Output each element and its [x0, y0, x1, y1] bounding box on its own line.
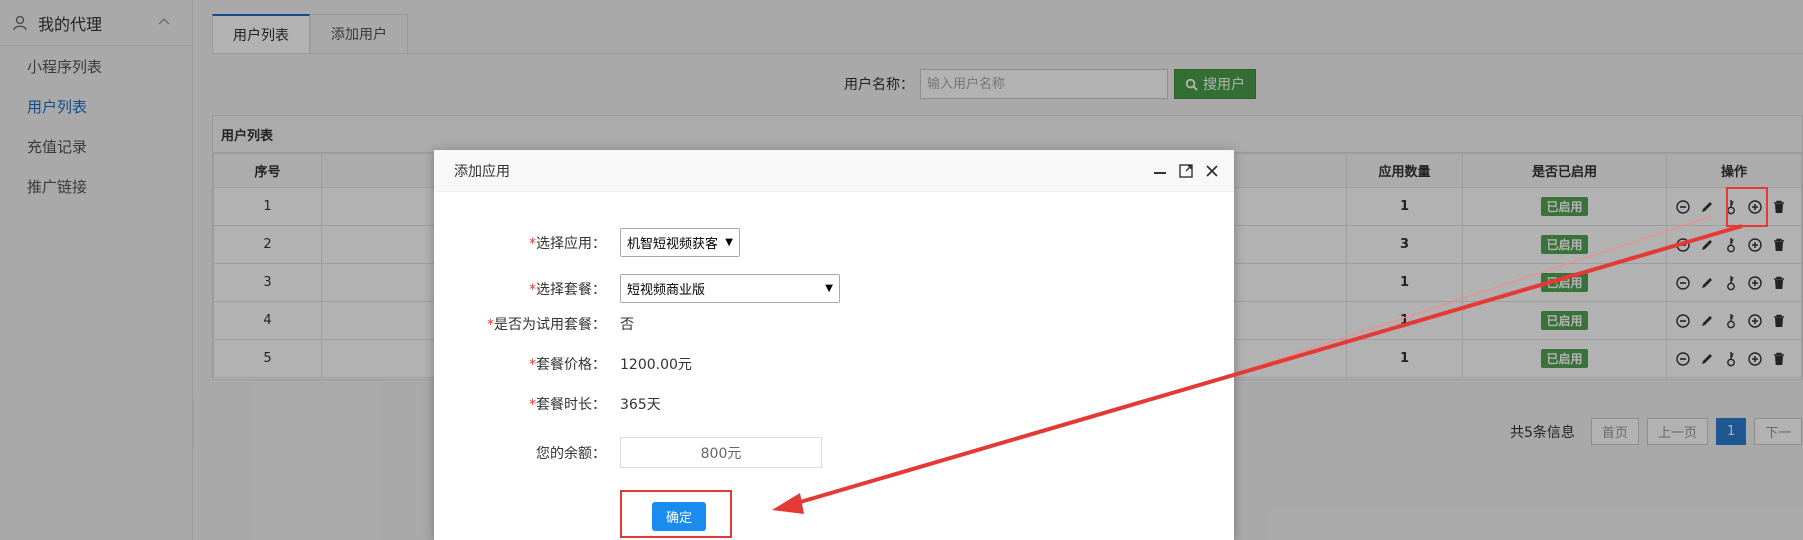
select-plan-dropdown[interactable]: 短视频商业版 ▼ — [620, 274, 840, 303]
balance-display: 800元 — [620, 437, 822, 468]
add-app-dialog: 添加应用 *选择应用： 机智短视频获客 ▼ *选择套餐： 短视频商业版 ▼ *是否为… — [434, 150, 1234, 540]
minimize-icon[interactable] — [1152, 163, 1168, 179]
field-label: 您的余额： — [536, 445, 606, 462]
select-value: 短视频商业版 — [627, 283, 706, 298]
duration-value: 365天 — [620, 397, 661, 413]
field-duration: *套餐时长： 365天 — [434, 394, 661, 414]
maximize-icon[interactable] — [1178, 163, 1194, 179]
trial-value: 否 — [620, 317, 634, 333]
field-is-trial: *是否为试用套餐： 否 — [434, 314, 634, 334]
highlight-box-confirm — [620, 490, 732, 538]
select-app-dropdown[interactable]: 机智短视频获客 ▼ — [620, 228, 740, 257]
dialog-controls — [1152, 163, 1220, 179]
field-label: *套餐时长： — [529, 397, 606, 413]
field-label: *选择套餐： — [529, 281, 606, 298]
field-label: *是否为试用套餐： — [487, 317, 606, 333]
price-value: 1200.00元 — [620, 357, 692, 373]
field-price: *套餐价格： 1200.00元 — [434, 354, 692, 374]
field-select-app: *选择应用： 机智短视频获客 ▼ — [434, 228, 740, 257]
dialog-title: 添加应用 — [434, 150, 1234, 192]
field-label: *选择应用： — [529, 235, 606, 252]
close-icon[interactable] — [1204, 163, 1220, 179]
dropdown-arrow-icon: ▼ — [825, 283, 833, 294]
field-balance: 您的余额： 800元 — [434, 437, 822, 468]
field-select-plan: *选择套餐： 短视频商业版 ▼ — [434, 274, 840, 303]
field-label: *套餐价格： — [529, 357, 606, 373]
dropdown-arrow-icon: ▼ — [725, 237, 733, 248]
select-value: 机智短视频获客 — [627, 237, 719, 252]
